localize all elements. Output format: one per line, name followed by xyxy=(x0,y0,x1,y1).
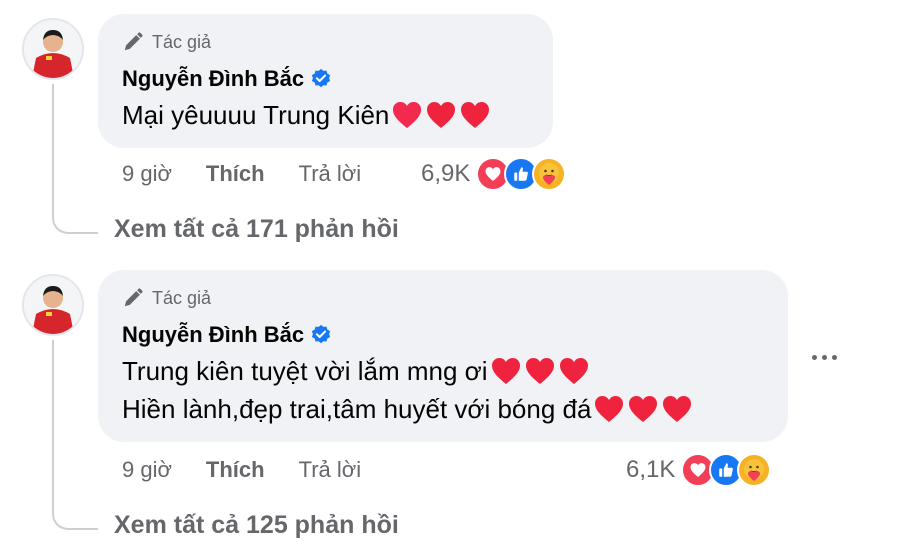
reply-button[interactable]: Trả lời xyxy=(299,161,362,187)
like-button[interactable]: Thích xyxy=(206,161,265,187)
comment-bubble: Tác giả Nguyễn Đình Bắc Trung kiên tuyệt… xyxy=(98,270,788,442)
avatar[interactable] xyxy=(22,18,84,80)
comment-timestamp[interactable]: 9 giờ xyxy=(122,457,172,483)
verified-badge-icon xyxy=(311,68,331,88)
more-options-icon[interactable] xyxy=(812,347,842,367)
red-heart-icon xyxy=(491,358,520,384)
commenter-name[interactable]: Nguyễn Đình Bắc xyxy=(122,322,304,348)
comment-bubble: Tác giả Nguyễn Đình Bắc Mại yêuuuu Trung… xyxy=(98,14,553,148)
care-reaction-icon xyxy=(532,157,567,191)
heart-emojis xyxy=(490,356,590,386)
comment-actions: 9 giờ Thích Trả lời xyxy=(122,158,395,190)
author-badge-label: Tác giả xyxy=(152,287,212,308)
heart-emojis xyxy=(391,100,491,130)
reaction-count: 6,9K xyxy=(421,160,471,187)
pen-icon xyxy=(124,288,143,307)
red-heart-icon xyxy=(525,358,554,384)
thread-line xyxy=(52,340,54,510)
red-heart-icon xyxy=(629,396,658,422)
thread-connector xyxy=(52,214,98,234)
avatar[interactable] xyxy=(22,274,84,336)
comment-text: Trung kiên tuyệt vời lắm mng ơi xyxy=(122,355,488,386)
like-button[interactable]: Thích xyxy=(206,457,265,483)
red-heart-icon xyxy=(663,396,692,422)
author-badge: Tác giả xyxy=(122,286,764,310)
comment-text-line: Mại yêuuuu Trung Kiên xyxy=(122,98,529,132)
red-heart-icon xyxy=(461,102,490,128)
thread-connector xyxy=(52,510,98,530)
reaction-summary[interactable]: 6,9K xyxy=(421,156,567,192)
reaction-count: 6,1K xyxy=(626,456,676,483)
reaction-summary[interactable]: 6,1K xyxy=(626,452,772,488)
author-badge: Tác giả xyxy=(122,30,529,54)
reply-button[interactable]: Trả lời xyxy=(299,457,362,483)
comment-timestamp[interactable]: 9 giờ xyxy=(122,161,172,187)
care-reaction-icon xyxy=(737,453,772,487)
verified-badge-icon xyxy=(311,324,331,344)
red-heart-icon xyxy=(595,396,624,422)
view-all-replies-link[interactable]: Xem tất cả 171 phản hồi xyxy=(114,215,399,244)
comment-text: Hiền lành,đẹp trai,tâm huyết với bóng đá xyxy=(122,393,592,424)
thread-line xyxy=(52,84,54,216)
heart-emojis xyxy=(593,394,693,424)
view-all-replies-link[interactable]: Xem tất cả 125 phản hồi xyxy=(114,511,399,540)
commenter-name[interactable]: Nguyễn Đình Bắc xyxy=(122,66,304,92)
comment-text-line: Trung kiên tuyệt vời lắm mng ơi xyxy=(122,354,764,388)
comment-text-line: Hiền lành,đẹp trai,tâm huyết với bóng đá xyxy=(122,392,764,426)
comment-actions: 9 giờ Thích Trả lời xyxy=(122,454,395,486)
author-badge-label: Tác giả xyxy=(152,31,212,52)
pen-icon xyxy=(124,32,143,51)
comment-text: Mại yêuuuu Trung Kiên xyxy=(122,99,390,130)
red-heart-icon xyxy=(559,358,588,384)
red-heart-icon xyxy=(393,102,422,128)
red-heart-icon xyxy=(427,102,456,128)
